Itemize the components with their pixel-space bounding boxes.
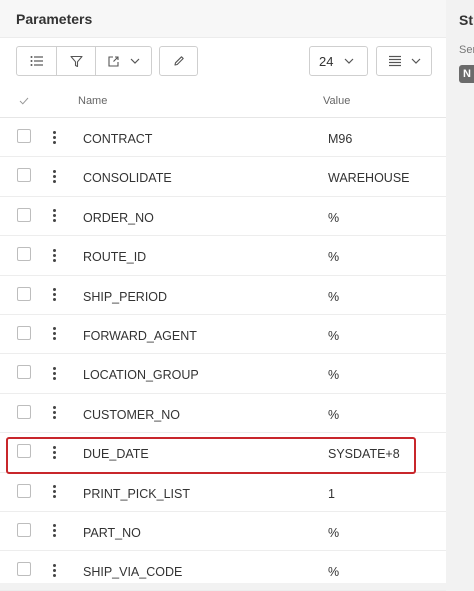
- density-button[interactable]: [377, 47, 431, 75]
- row-menu-icon[interactable]: [49, 325, 59, 343]
- select-all-checkmark[interactable]: [19, 96, 29, 108]
- row-name: PART_NO: [83, 525, 141, 540]
- table-row[interactable]: PART_NO%: [0, 512, 446, 552]
- row-checkbox[interactable]: [17, 129, 31, 143]
- row-name: DUE_DATE: [83, 447, 149, 462]
- row-value: %: [328, 289, 340, 304]
- row-checkbox[interactable]: [17, 522, 31, 537]
- row-checkbox[interactable]: [17, 207, 31, 222]
- row-value: %: [328, 210, 340, 225]
- page-size-value: 24: [319, 53, 334, 69]
- row-name: FORWARD_AGENT: [83, 328, 197, 343]
- density-select[interactable]: [376, 46, 432, 76]
- row-checkbox[interactable]: [17, 562, 31, 577]
- row-name: LOCATION_GROUP: [83, 368, 199, 383]
- list-icon: [30, 56, 43, 66]
- row-value: %: [328, 250, 340, 265]
- side-panel-label: Ser: [459, 44, 474, 56]
- row-checkbox[interactable]: [17, 325, 31, 340]
- row-checkbox[interactable]: [17, 404, 31, 419]
- pencil-icon: [173, 56, 184, 66]
- column-header-value[interactable]: Value: [323, 95, 350, 107]
- table-row[interactable]: SHIP_VIA_CODE%: [0, 551, 446, 591]
- checkmark-icon: [19, 97, 29, 105]
- table-row[interactable]: PRINT_PICK_LIST 1: [0, 473, 446, 512]
- row-menu-icon[interactable]: [49, 207, 59, 225]
- row-checkbox[interactable]: [17, 444, 31, 459]
- row-name: SHIP_VIA_CODE: [83, 565, 183, 580]
- row-checkbox[interactable]: [17, 365, 31, 380]
- row-name: CUSTOMER_NO: [83, 407, 181, 422]
- row-menu-icon[interactable]: [49, 364, 59, 382]
- parameters-panel: Parameters 24 Name Value CONTRACT M96 CO…: [0, 0, 447, 591]
- row-menu-icon[interactable]: [49, 128, 59, 146]
- row-checkbox[interactable]: [17, 483, 31, 498]
- row-value: %: [328, 565, 340, 580]
- column-header-name[interactable]: Name: [78, 95, 107, 107]
- row-menu-icon[interactable]: [49, 167, 59, 185]
- row-checkbox[interactable]: [17, 247, 31, 262]
- table-row[interactable]: ORDER_NO%: [0, 197, 446, 237]
- row-value: %: [328, 525, 340, 540]
- table-body: CONTRACT M96 CONSOLIDATE WAREHOUSE ORDER_N…: [0, 118, 446, 591]
- row-checkbox[interactable]: [17, 286, 31, 301]
- page-size-value-box[interactable]: 24: [310, 47, 367, 75]
- chevron-down-icon: [345, 58, 354, 64]
- side-panel: Stru Ser N: [446, 0, 474, 583]
- toolbar-left-group: [16, 46, 152, 76]
- chevron-down-icon: [130, 58, 140, 64]
- row-menu-icon[interactable]: [49, 483, 59, 501]
- row-name: PRINT_PICK_LIST: [83, 486, 190, 501]
- row-value: 1: [328, 486, 335, 501]
- row-value: %: [328, 407, 340, 422]
- list-view-button[interactable]: [17, 47, 57, 75]
- row-menu-icon[interactable]: [49, 246, 59, 264]
- edit-button[interactable]: [160, 47, 197, 75]
- row-checkbox[interactable]: [17, 168, 31, 183]
- table-row[interactable]: ROUTE_ID%: [0, 236, 446, 276]
- row-value: M96: [328, 132, 353, 146]
- chevron-down-icon: [411, 58, 420, 64]
- table-row[interactable]: CONSOLIDATE WAREHOUSE: [0, 157, 446, 197]
- row-value: %: [328, 368, 340, 383]
- density-icon: [388, 55, 401, 67]
- table-row[interactable]: SHIP_PERIOD%: [0, 276, 446, 315]
- row-name: CONTRACT: [83, 132, 153, 146]
- row-menu-icon[interactable]: [49, 286, 59, 304]
- side-panel-title: Stru: [459, 12, 474, 28]
- side-panel-badge[interactable]: N: [459, 65, 474, 83]
- filter-icon: [69, 55, 83, 67]
- row-value: %: [328, 328, 340, 343]
- row-menu-icon[interactable]: [49, 522, 59, 540]
- panel-title: Parameters: [0, 0, 446, 38]
- table-row[interactable]: CUSTOMER_NO%: [0, 394, 446, 434]
- row-value: WAREHOUSE: [328, 171, 410, 186]
- row-name: ORDER_NO: [83, 210, 154, 225]
- row-menu-icon[interactable]: [49, 404, 59, 422]
- filter-button[interactable]: [57, 47, 96, 75]
- table-row[interactable]: FORWARD_AGENT%: [0, 315, 446, 355]
- table-row[interactable]: LOCATION_GROUP%: [0, 354, 446, 394]
- row-name: ROUTE_ID: [83, 250, 147, 265]
- edit-group: [159, 46, 198, 76]
- row-menu-icon[interactable]: [49, 561, 59, 579]
- table-row[interactable]: CONTRACT M96: [0, 118, 446, 158]
- export-icon: [108, 55, 119, 67]
- row-menu-icon[interactable]: [49, 443, 59, 461]
- table-row[interactable]: DUE_DATE SYSDATE+8: [0, 433, 446, 473]
- toolbar: 24: [0, 38, 446, 84]
- row-name: CONSOLIDATE: [83, 171, 172, 186]
- page-size-select[interactable]: 24: [309, 46, 368, 76]
- row-value: SYSDATE+8: [328, 447, 400, 462]
- row-name: SHIP_PERIOD: [83, 289, 168, 304]
- table-header: Name Value: [0, 84, 446, 118]
- export-dropdown-button[interactable]: [96, 47, 151, 75]
